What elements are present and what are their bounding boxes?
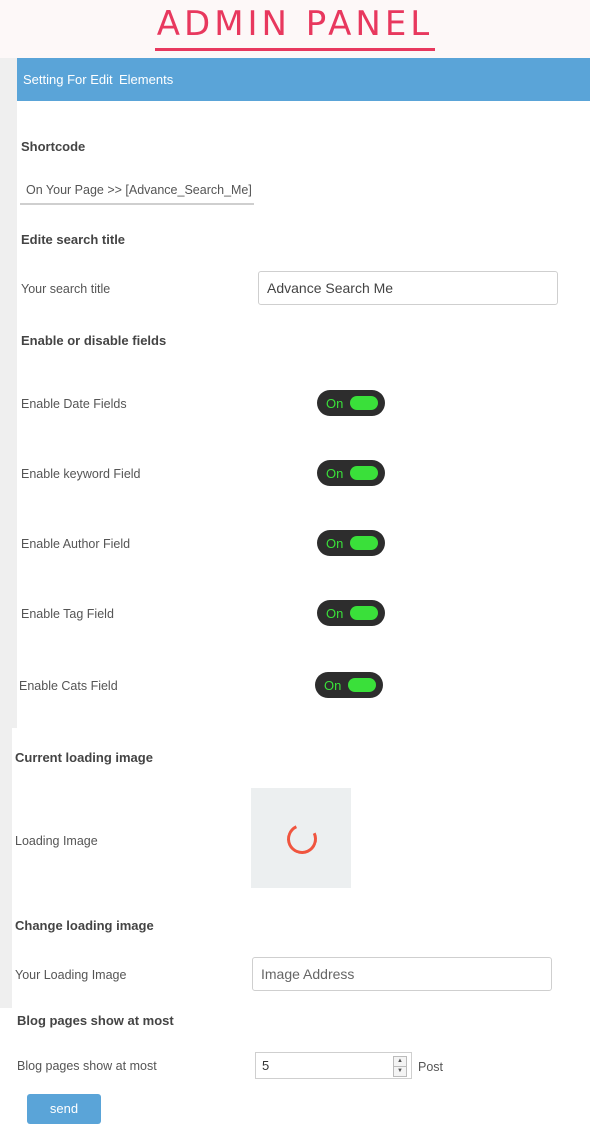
loading-image-label: Loading Image bbox=[15, 834, 98, 848]
toggle-knob bbox=[350, 466, 378, 480]
shortcode-title: Shortcode bbox=[21, 139, 86, 154]
left-gutter-lower bbox=[0, 728, 12, 1008]
keyword-field-label: Enable keyword Field bbox=[21, 467, 141, 481]
author-field-label: Enable Author Field bbox=[21, 537, 131, 551]
cats-field-toggle[interactable]: On bbox=[315, 672, 383, 698]
blog-pages-label: Blog pages show at most bbox=[17, 1059, 157, 1073]
toggle-knob bbox=[350, 396, 378, 410]
loading-image-section: Current loading image bbox=[15, 750, 153, 765]
spinner-icon bbox=[282, 819, 322, 859]
author-field-toggle[interactable]: On bbox=[317, 530, 385, 556]
send-button[interactable]: send bbox=[27, 1094, 101, 1124]
fields-section-title: Enable or disable fields bbox=[21, 333, 167, 348]
tag-field-toggle[interactable]: On bbox=[317, 600, 385, 626]
keyword-field-toggle[interactable]: On bbox=[317, 460, 385, 486]
loading-image-preview bbox=[251, 788, 351, 888]
tag-field-label: Enable Tag Field bbox=[21, 607, 114, 621]
blog-pages-stepper[interactable]: 5 ▲ ▼ bbox=[255, 1052, 412, 1079]
blog-pages-value: 5 bbox=[262, 1058, 270, 1073]
left-gutter bbox=[0, 58, 17, 728]
search-title-label: Your search title bbox=[21, 282, 111, 296]
blog-pages-unit: Post bbox=[418, 1060, 444, 1074]
blog-pages-section: Blog pages show at most bbox=[17, 1013, 174, 1028]
tab-setting-for-edit[interactable]: Setting For Edit bbox=[23, 72, 113, 87]
shortcode-value: On Your Page >> [Advance_Search_Me] bbox=[20, 177, 254, 205]
date-fields-toggle[interactable]: On bbox=[317, 390, 385, 416]
date-fields-label: Enable Date Fields bbox=[21, 397, 127, 411]
toggle-knob bbox=[350, 536, 378, 550]
nav-bar: Setting For Edit Elements bbox=[17, 58, 590, 101]
cats-field-label: Enable Cats Field bbox=[19, 679, 118, 693]
toggle-state: On bbox=[326, 536, 344, 551]
tab-elements[interactable]: Elements bbox=[119, 72, 173, 87]
toggle-state: On bbox=[326, 606, 344, 621]
toggle-knob bbox=[348, 678, 376, 692]
header: ADMIN PANEL bbox=[0, 0, 590, 58]
toggle-state: On bbox=[326, 466, 344, 481]
toggle-state: On bbox=[326, 396, 344, 411]
toggle-knob bbox=[350, 606, 378, 620]
page-title: ADMIN PANEL bbox=[0, 4, 590, 51]
toggle-state: On bbox=[324, 678, 342, 693]
search-title-input[interactable] bbox=[258, 271, 558, 305]
image-address-input[interactable] bbox=[252, 957, 552, 991]
stepper-down-icon[interactable]: ▼ bbox=[394, 1066, 406, 1076]
stepper-buttons[interactable]: ▲ ▼ bbox=[393, 1056, 407, 1077]
search-title-section: Edite search title bbox=[21, 232, 126, 247]
stepper-up-icon[interactable]: ▲ bbox=[394, 1057, 406, 1066]
loading-image-input-label: Your Loading Image bbox=[15, 968, 127, 982]
change-loading-section: Change loading image bbox=[15, 918, 154, 933]
